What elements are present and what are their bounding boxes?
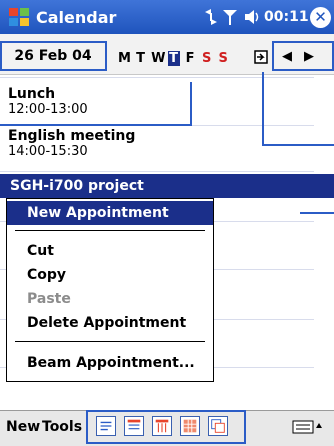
antenna-icon[interactable] bbox=[222, 8, 238, 26]
week-view-icon[interactable] bbox=[152, 416, 172, 436]
selected-appointment-title: SGH-i700 project bbox=[10, 178, 144, 194]
appointment-time: 12:00-13:00 bbox=[8, 102, 88, 117]
menu-copy[interactable]: Copy bbox=[7, 263, 213, 287]
previous-week-button[interactable]: ◀ bbox=[278, 47, 296, 67]
weekday-thu-selected[interactable]: T bbox=[167, 51, 180, 66]
weekday-tue[interactable]: T bbox=[135, 51, 147, 66]
connectivity-icon[interactable] bbox=[202, 8, 220, 26]
tools-menu[interactable]: Tools bbox=[42, 419, 82, 435]
appointment-title: Lunch bbox=[8, 86, 56, 102]
appointment-time: 14:00-15:30 bbox=[8, 144, 88, 159]
weekday-fri[interactable]: F bbox=[184, 51, 196, 66]
day-view-icon[interactable] bbox=[124, 416, 144, 436]
menu-cut[interactable]: Cut bbox=[7, 239, 213, 263]
speaker-icon[interactable] bbox=[244, 8, 262, 26]
month-view-icon[interactable] bbox=[180, 416, 200, 436]
appointment-lunch[interactable]: Lunch 12:00-13:00 bbox=[8, 86, 192, 124]
clock[interactable]: 00:11 bbox=[264, 9, 309, 25]
menu-delete-appointment[interactable]: Delete Appointment bbox=[7, 311, 213, 335]
new-menu[interactable]: New bbox=[6, 419, 40, 435]
callout-line bbox=[300, 212, 334, 215]
keyboard-icon[interactable] bbox=[292, 418, 322, 436]
go-to-today-icon[interactable] bbox=[254, 50, 268, 64]
year-view-icon[interactable] bbox=[208, 416, 228, 436]
weekday-wed[interactable]: W bbox=[151, 51, 165, 66]
appointment-title: English meeting bbox=[8, 128, 136, 144]
weekday-sat[interactable]: S bbox=[201, 51, 213, 66]
appointment-english-meeting[interactable]: English meeting 14:00-15:30 bbox=[8, 128, 208, 168]
close-icon[interactable]: ✕ bbox=[310, 7, 331, 28]
weekday-mon[interactable]: M bbox=[118, 51, 131, 66]
current-date[interactable]: 26 Feb 04 bbox=[3, 44, 103, 68]
app-title: Calendar bbox=[36, 8, 117, 27]
weekday-sun[interactable]: S bbox=[217, 51, 229, 66]
callout-line bbox=[262, 72, 334, 146]
menu-beam-appointment[interactable]: Beam Appointment... bbox=[7, 351, 213, 375]
windows-flag-icon[interactable] bbox=[8, 6, 30, 28]
menu-new-appointment[interactable]: New Appointment bbox=[7, 201, 213, 225]
agenda-view-icon[interactable] bbox=[96, 416, 116, 436]
menu-paste: Paste bbox=[27, 291, 71, 307]
week-day-selector[interactable]: M T W T F S S bbox=[118, 51, 229, 66]
next-week-button[interactable]: ▶ bbox=[300, 47, 318, 67]
context-menu: New Appointment Cut Copy Paste Delete Ap… bbox=[6, 198, 214, 382]
